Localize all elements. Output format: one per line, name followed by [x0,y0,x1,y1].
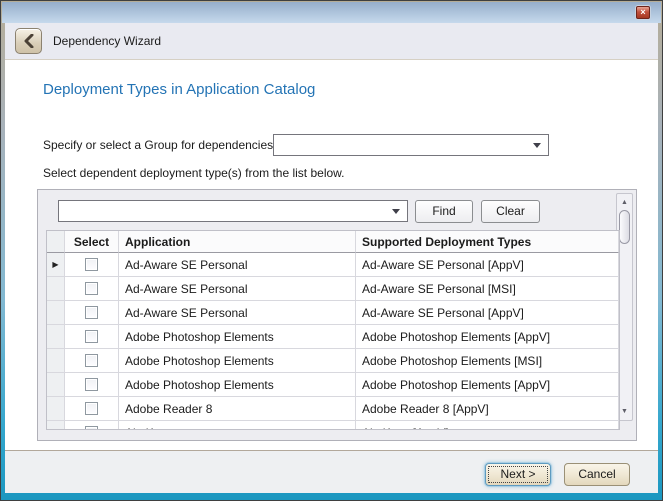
column-header-supported-deployment-types[interactable]: Supported Deployment Types [356,231,619,253]
table-header-row: Select Application Supported Deployment … [47,231,619,253]
column-header-application[interactable]: Application [119,231,356,253]
wizard-header: Dependency Wizard [5,23,658,60]
row-checkbox[interactable] [85,330,98,343]
row-indicator-cell [47,277,65,301]
wizard-title: Dependency Wizard [53,23,161,59]
table-row[interactable]: Ad-Aware SE PersonalAd-Aware SE Personal… [47,301,619,325]
row-select-cell[interactable] [65,277,119,301]
window-titlebar[interactable]: × [2,2,661,23]
back-button[interactable] [15,28,42,54]
row-indicator-cell [47,301,65,325]
window-client-area: Dependency Wizard Deployment Types in Ap… [5,23,658,493]
row-checkbox[interactable] [85,378,98,391]
group-combobox[interactable] [273,134,549,156]
select-instruction-label: Select dependent deployment type(s) from… [43,166,345,180]
table-row[interactable]: ▶ Ad-Aware SE PersonalAd-Aware SE Persona… [47,253,619,277]
dropdown-arrow-icon[interactable] [392,209,400,214]
row-indicator-icon: ▶ [52,261,58,269]
row-select-cell[interactable] [65,421,119,430]
row-select-cell[interactable] [65,373,119,397]
row-deployment-type: Ad-Aware SE Personal [AppV] [356,253,619,277]
row-indicator-cell: ▶ [47,253,65,277]
row-select-cell[interactable] [65,325,119,349]
close-icon[interactable]: × [636,6,650,19]
clear-button[interactable]: Clear [481,200,540,223]
column-header-select[interactable]: Select [65,231,119,253]
row-application: Ad-Aware SE Personal [119,277,356,301]
row-application: Adobe Photoshop Elements [119,373,356,397]
row-checkbox[interactable] [85,306,98,319]
row-deployment-type: Adobe Photoshop Elements [MSI] [356,349,619,373]
group-label: Specify or select a Group for dependenci… [43,138,273,152]
row-checkbox[interactable] [85,282,98,295]
scrollbar-thumb[interactable] [619,210,630,244]
row-application: Adobe Photoshop Elements [119,349,356,373]
row-checkbox[interactable] [85,426,98,430]
row-select-cell[interactable] [65,253,119,277]
row-select-cell[interactable] [65,397,119,421]
row-application: Ad-Aware SE Personal [119,253,356,277]
row-deployment-type: Adobe Photoshop Elements [AppV] [356,325,619,349]
row-deployment-type: AimKeys [AppV] [356,421,619,430]
row-deployment-type: Ad-Aware SE Personal [MSI] [356,277,619,301]
row-indicator-cell [47,325,65,349]
table-row[interactable]: Adobe Photoshop ElementsAdobe Photoshop … [47,373,619,397]
row-indicator-cell [47,397,65,421]
row-indicator-cell [47,349,65,373]
table-row[interactable]: Adobe Photoshop ElementsAdobe Photoshop … [47,325,619,349]
window-frame: × Dependency Wizard Deployment Types in … [0,0,663,501]
scroll-up-icon[interactable]: ▲ [617,196,632,209]
row-deployment-type: Adobe Photoshop Elements [AppV] [356,373,619,397]
page-title: Deployment Types in Application Catalog [43,81,315,98]
dropdown-arrow-icon[interactable] [533,143,541,148]
dependency-wizard-window: × Dependency Wizard Deployment Types in … [0,0,663,501]
deployment-list-panel: Find Clear ▲ ▼ Select Application Suppor… [37,189,637,441]
wizard-footer: Next > Cancel [5,450,658,493]
row-indicator-cell [47,373,65,397]
cancel-button[interactable]: Cancel [564,463,630,486]
deployment-types-table: Select Application Supported Deployment … [46,230,620,430]
row-indicator-header [47,231,65,253]
table-body: ▶Ad-Aware SE PersonalAd-Aware SE Persona… [47,253,619,430]
row-deployment-type: Adobe Reader 8 [AppV] [356,397,619,421]
table-row[interactable]: Adobe Reader 8Adobe Reader 8 [AppV] [47,397,619,421]
table-row[interactable]: AimKeysAimKeys [AppV] [47,421,619,430]
row-indicator-cell [47,421,65,430]
row-select-cell[interactable] [65,301,119,325]
row-checkbox[interactable] [85,354,98,367]
table-row[interactable]: Ad-Aware SE PersonalAd-Aware SE Personal… [47,277,619,301]
find-button[interactable]: Find [415,200,473,223]
row-application: Adobe Reader 8 [119,397,356,421]
row-deployment-type: Ad-Aware SE Personal [AppV] [356,301,619,325]
row-select-cell[interactable] [65,349,119,373]
search-combobox[interactable] [58,200,408,222]
row-application: Ad-Aware SE Personal [119,301,356,325]
row-application: AimKeys [119,421,356,430]
row-application: Adobe Photoshop Elements [119,325,356,349]
row-checkbox[interactable] [85,402,98,415]
table-row[interactable]: Adobe Photoshop ElementsAdobe Photoshop … [47,349,619,373]
next-button[interactable]: Next > [485,463,551,486]
row-checkbox[interactable] [85,258,98,271]
chevron-left-icon [24,34,34,48]
